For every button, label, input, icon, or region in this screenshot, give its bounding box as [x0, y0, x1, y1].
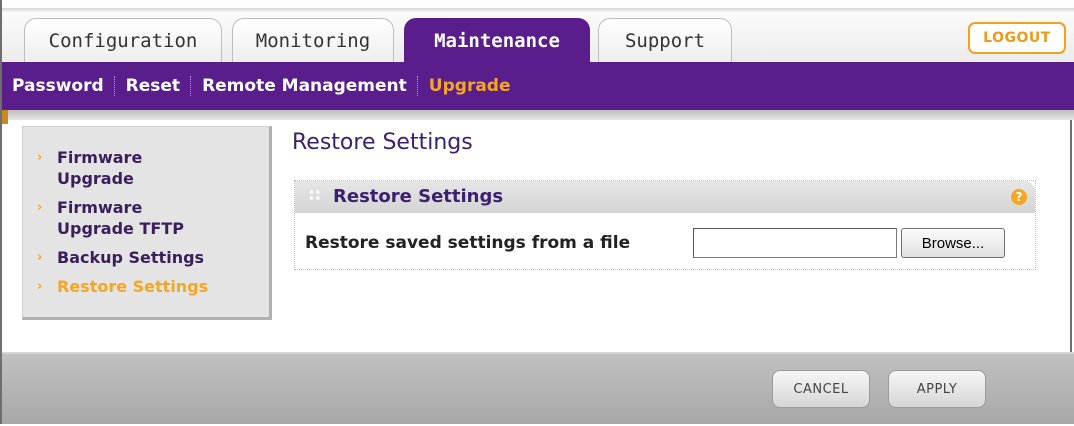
top-tab-bar: Configuration Monitoring Maintenance Sup… [2, 0, 1074, 62]
help-icon[interactable]: ? [1011, 189, 1027, 205]
sidebar-item-restore-settings[interactable]: › Restore Settings [23, 276, 269, 297]
tab-support[interactable]: Support [598, 18, 732, 62]
footer-bar: CANCEL APPLY [2, 354, 1074, 424]
tab-maintenance[interactable]: Maintenance [404, 18, 590, 62]
sidebar-item-label: Firmware [57, 198, 143, 217]
subnav-reset[interactable]: Reset [126, 76, 180, 96]
tab-monitoring[interactable]: Monitoring [232, 18, 394, 62]
chevron-right-icon: › [37, 250, 43, 265]
sidebar-item-label: Firmware [57, 148, 143, 167]
chevron-right-icon: › [37, 150, 43, 165]
subnav-separator [190, 76, 192, 96]
sidebar-item-backup-settings[interactable]: › Backup Settings [23, 247, 269, 268]
restore-settings-panel: ∷ Restore Settings ? Restore saved setti… [294, 180, 1036, 270]
content-top-strip [2, 110, 1074, 120]
restore-file-label: Restore saved settings from a file [305, 233, 631, 253]
cancel-button[interactable]: CANCEL [772, 370, 870, 408]
sidebar-item-firmware-upgrade-tftp[interactable]: › Firmware Upgrade TFTP [23, 197, 269, 239]
subnav-separator [416, 76, 419, 96]
restore-file-input[interactable] [693, 228, 897, 258]
subnav-remote-management[interactable]: Remote Management [202, 76, 407, 96]
page-title: Restore Settings [292, 130, 473, 155]
apply-button[interactable]: APPLY [888, 370, 986, 408]
sidebar-item-label: Upgrade TFTP [57, 219, 184, 238]
chevron-right-icon: › [37, 200, 43, 215]
left-accent-strip [2, 110, 8, 124]
sidebar-item-label: Upgrade [57, 169, 134, 188]
sidebar-item-firmware-upgrade[interactable]: › Firmware Upgrade [23, 147, 269, 189]
panel-title: Restore Settings [333, 186, 504, 207]
subnav-upgrade[interactable]: Upgrade [429, 76, 511, 96]
sidebar-item-label: Restore Settings [57, 277, 209, 296]
sidebar: › Firmware Upgrade › Firmware Upgrade TF… [22, 126, 272, 320]
subnav-separator [113, 76, 116, 96]
sub-navigation: Password Reset Remote Management Upgrade [2, 62, 1074, 110]
browse-button[interactable]: Browse... [901, 228, 1005, 258]
tab-configuration[interactable]: Configuration [24, 18, 222, 62]
subnav-password[interactable]: Password [12, 76, 104, 96]
top-border [2, 8, 1074, 12]
chevron-right-icon: › [37, 279, 43, 294]
router-admin-window: Configuration Monitoring Maintenance Sup… [0, 0, 1074, 424]
sidebar-item-label: Backup Settings [57, 248, 205, 267]
grip-icon: ∷ [309, 186, 321, 205]
panel-header: ∷ Restore Settings ? [295, 181, 1035, 213]
logout-button[interactable]: LOGOUT [968, 22, 1066, 54]
